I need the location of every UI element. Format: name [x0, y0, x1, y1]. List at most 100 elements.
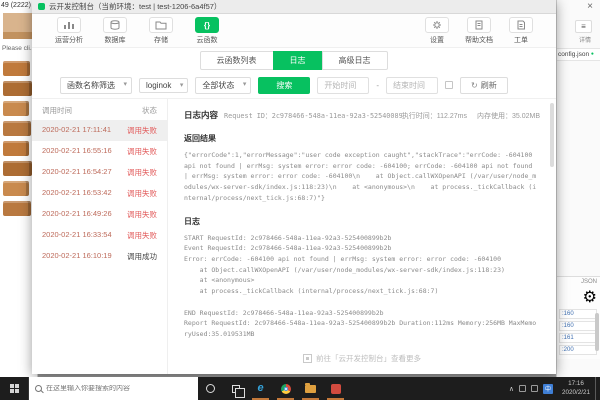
invocation-time: 2020-02-21 16:33:54 — [42, 230, 112, 239]
menu-label: 详情 — [578, 38, 591, 44]
invocation-row[interactable]: 2020-02-21 16:10:19 调用成功 — [32, 246, 167, 267]
start-button[interactable] — [0, 377, 28, 400]
editor-bottom-panel: JSON ⚙ :160 :160 :161 :200 — [557, 276, 600, 359]
invocation-status: 调用失败 — [127, 126, 157, 135]
result-section-title: 返回结果 — [184, 134, 216, 143]
invocation-row[interactable]: 2020-02-21 16:33:54 调用失败 — [32, 225, 167, 246]
log-detail-panel: 日志内容 Request ID：2c978466-548a-11ea-92a3-… — [168, 99, 556, 374]
function-filter-select[interactable]: 函数名称筛选 ▾ — [60, 76, 132, 94]
invocation-time: 2020-02-21 16:49:26 — [42, 209, 112, 218]
toolbar-item-label: 运营分析 — [55, 36, 83, 44]
volume-icon[interactable] — [530, 385, 538, 392]
close-icon[interactable]: × — [587, 2, 593, 12]
toolbar-item-label: 设置 — [430, 36, 444, 44]
book-icon — [3, 61, 30, 76]
tab-advanced-logs[interactable]: 高级日志 — [321, 50, 388, 70]
taskbar-clock[interactable]: 17:16 2020/2/21 — [557, 377, 595, 400]
network-icon[interactable] — [518, 385, 526, 392]
log-detail-title: 日志内容 — [184, 110, 219, 120]
toolbar-item-label: 云函数 — [196, 36, 218, 44]
background-window-right: × ≡ 详情 config.json ● JSON ⚙ :160 :160 :1… — [556, 0, 600, 377]
tab-logs[interactable]: 日志 — [272, 50, 323, 70]
calendar-checkbox[interactable] — [445, 81, 454, 89]
invocation-row[interactable]: 2020-02-21 16:55:16 调用失败 — [32, 141, 167, 162]
request-id: Request ID：2c978466-548a-11ea-92a3-52540… — [224, 112, 402, 120]
status-filter-select[interactable]: 全部状态 ▾ — [195, 76, 252, 94]
column-header-status: 状态 — [142, 106, 157, 115]
start-time-input[interactable]: 开始时间 — [317, 76, 370, 94]
log-link[interactable]: :160 — [559, 321, 597, 331]
chevron-down-icon: ▾ — [179, 81, 184, 89]
footer-text[interactable]: 前往「云开发控制台」查看更多 — [316, 353, 421, 364]
toolbar-item-ticket[interactable]: 工单 — [500, 16, 542, 45]
toolbar-item-analytics[interactable]: 运营分析 — [46, 16, 92, 45]
toolbar-item-label: 存储 — [154, 36, 168, 44]
result-body: {"errorCode":1,"errorMessage":"user code… — [184, 151, 537, 202]
book-icon — [3, 141, 29, 156]
toolbar-item-storage[interactable]: 存储 — [138, 16, 184, 45]
invocation-status: 调用失败 — [127, 147, 157, 156]
taskbar-search[interactable] — [28, 377, 198, 400]
windows-taskbar: e ∧ 中 17:16 2020/2/21 — [0, 377, 600, 400]
exec-time: 执行时间：112.27ms — [401, 113, 467, 120]
refresh-label: 刷新 — [480, 80, 497, 90]
document-icon — [467, 16, 491, 33]
scrollbar-thumb[interactable] — [595, 313, 599, 351]
toolbar-item-label: 数据库 — [104, 36, 126, 44]
scrollbar-thumb[interactable] — [550, 103, 554, 167]
book-icon — [3, 201, 31, 216]
cloud-console-window: 云开发控制台（当前环境：test | test-1206-6a4f57） 运营分… — [32, 0, 556, 374]
toolbar-item-cloud-functions[interactable]: {} 云函数 — [184, 16, 230, 45]
app-button[interactable] — [323, 377, 348, 400]
refresh-icon: ↻ — [471, 80, 478, 90]
file-explorer-button[interactable] — [298, 377, 323, 400]
log-tabs: 云函数列表 日志 高级日志 — [32, 48, 556, 72]
end-time-input[interactable]: 结束时间 — [386, 76, 439, 94]
toolbar-item-docs[interactable]: 帮助文档 — [458, 16, 500, 45]
log-link[interactable]: :200 — [559, 345, 597, 355]
refresh-button[interactable]: ↻ 刷新 — [460, 76, 508, 94]
chrome-button[interactable] — [273, 377, 298, 400]
gear-icon[interactable]: ⚙ — [559, 287, 597, 307]
show-desktop-button[interactable] — [595, 377, 600, 400]
function-name-select[interactable]: loginok ▾ — [139, 77, 189, 93]
invocation-row[interactable]: 2020-02-21 17:11:41 调用失败 — [32, 120, 167, 141]
task-view-button[interactable] — [223, 377, 248, 400]
hidden-icons-chevron[interactable]: ∧ — [509, 385, 514, 393]
task-view-icon — [231, 384, 245, 398]
log-link[interactable]: :160 — [559, 309, 597, 319]
tab-function-list[interactable]: 云函数列表 — [199, 50, 274, 70]
toolbar-item-database[interactable]: 数据库 — [92, 16, 138, 45]
toolbar-item-settings[interactable]: 设置 — [416, 16, 458, 45]
select-value: loginok — [146, 80, 172, 90]
log-section-title: 日志 — [184, 216, 200, 226]
taskbar-app-icons: e — [198, 377, 348, 400]
clock-time: 17:16 — [568, 380, 584, 387]
invocation-row[interactable]: 2020-02-21 16:54:27 调用失败 — [32, 162, 167, 183]
hamburger-menu-icon[interactable]: ≡ — [575, 20, 592, 33]
book-icon — [3, 161, 32, 176]
taskbar-spacer — [348, 377, 505, 400]
invocation-status: 调用失败 — [127, 168, 157, 177]
search-button[interactable]: 搜索 — [258, 76, 311, 94]
select-value: 全部状态 — [202, 80, 235, 90]
invocation-row[interactable]: 2020-02-21 16:49:26 调用失败 — [32, 204, 167, 225]
invocation-list-header: 调用时间 状态 — [32, 99, 167, 120]
log-title-group: 日志内容 Request ID：2c978466-548a-11ea-92a3-… — [184, 109, 402, 121]
log-link[interactable]: :161 — [559, 333, 597, 343]
invocation-time: 2020-02-21 17:11:41 — [42, 125, 112, 134]
toolbar-item-label: 帮助文档 — [465, 36, 493, 44]
window-titlebar[interactable]: 云开发控制台（当前环境：test | test-1206-6a4f57） — [32, 0, 556, 14]
database-icon — [103, 16, 127, 33]
system-tray: ∧ 中 — [505, 377, 557, 400]
edge-button[interactable]: e — [248, 377, 273, 400]
tab-label: config.json — [558, 51, 590, 58]
cortana-button[interactable] — [198, 377, 223, 400]
invocation-row[interactable]: 2020-02-21 16:53:42 调用失败 — [32, 183, 167, 204]
invocation-status: 调用失败 — [127, 189, 157, 198]
ticket-icon — [509, 16, 533, 33]
ime-indicator[interactable]: 中 — [542, 383, 553, 394]
log-detail-footer: 前往「云开发控制台」查看更多 — [168, 353, 556, 364]
editor-tab-config-json[interactable]: config.json ● — [557, 48, 600, 61]
search-input[interactable] — [46, 385, 192, 392]
